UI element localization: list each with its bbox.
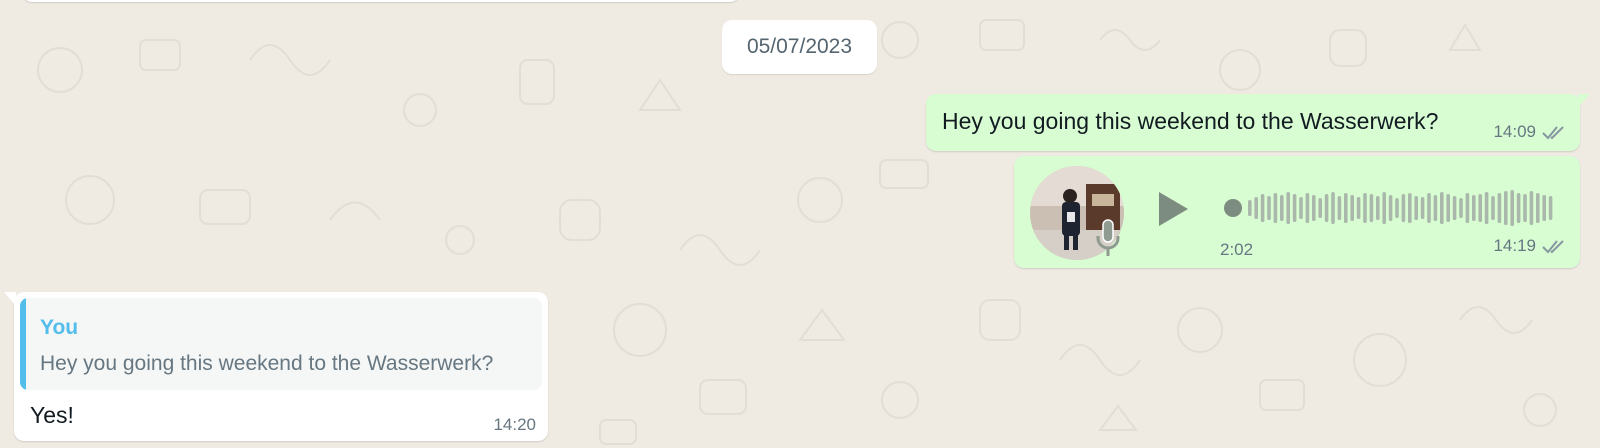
waveform-bar [1267,196,1271,220]
waveform-bar [1344,193,1348,223]
microphone-icon [1096,219,1120,256]
waveform-bar [1299,197,1303,219]
outgoing-voice-message[interactable]: 2:02 14:19 [1014,156,1580,268]
waveform-bar [1388,195,1393,221]
waveform-bar [1516,193,1521,223]
waveform-bar [1446,194,1450,222]
waveform-bar [1331,192,1335,224]
waveform-bar [1510,190,1514,226]
waveform-bar [1414,196,1418,220]
waveform-bar [1433,195,1438,221]
waveform-bar [1305,193,1310,223]
waveform-bar [1465,193,1470,223]
play-icon[interactable] [1155,189,1191,229]
waveform-bar [1420,197,1425,219]
voice-duration: 2:02 [1220,240,1254,259]
waveform-bar [1337,196,1342,220]
double-check-icon [1542,126,1564,140]
date-separator: 05/07/2023 [722,20,877,74]
quote-accent-bar [20,298,26,390]
message-meta: 14:19 [1493,236,1568,256]
waveform-bar [1504,191,1508,225]
waveform-bar [1472,195,1476,221]
waveform-bar [1440,192,1444,224]
waveform-bar [1350,195,1354,221]
message-time: 14:20 [493,415,536,434]
double-check-icon [1542,240,1564,254]
waveform-bar [1382,192,1386,224]
waveform-bar [1395,198,1399,218]
message-time: 14:09 [1493,122,1536,141]
quoted-author: You [40,316,79,339]
waveform-bar [1408,193,1412,223]
message-meta: 14:09 [1493,122,1568,142]
waveform-bar [1286,192,1290,224]
waveform-bar [1248,200,1252,216]
waveform-bar [1356,197,1361,219]
waveform-bar [1523,194,1527,222]
waveform-bar [1376,196,1380,220]
waveform-bar [1324,194,1329,222]
waveform-bar [1318,198,1322,218]
waveform-bar [1484,192,1489,224]
previous-message-bubble [22,0,740,2]
waveform-bar [1280,195,1284,221]
message-text: Yes! [30,402,74,428]
bubble-tail [1578,94,1590,108]
message-time: 14:19 [1493,236,1536,255]
waveform-bar [1260,194,1265,222]
waveform-bar [1452,196,1457,220]
outgoing-text-message[interactable]: Hey you going this weekend to the Wasser… [926,94,1590,151]
waveform-bar [1536,193,1540,223]
message-meta: 14:20 [493,415,536,435]
waveform-bar [1369,194,1374,222]
waveform-bar [1273,193,1278,223]
waveform-bar [1497,193,1502,223]
waveform-bar [1459,198,1463,218]
date-separator-label: 05/07/2023 [746,35,853,58]
waveform-bar [1529,191,1534,225]
quoted-message[interactable]: You Hey you going this weekend to the Wa… [20,298,542,390]
waveform-bar [1548,196,1553,220]
waveform-bar [1542,195,1546,221]
quoted-text: Hey you going this weekend to the Wasser… [40,352,494,375]
incoming-reply-message[interactable]: You Hey you going this weekend to the Wa… [4,292,548,441]
waveform-bar [1478,194,1482,222]
waveform-bar [1363,193,1367,223]
bubble-tail [4,292,16,306]
waveform-bar [1292,194,1297,222]
waveform-bar [1427,193,1431,223]
voice-waveform[interactable] [1224,186,1564,230]
message-text: Hey you going this weekend to the Wasser… [942,108,1439,134]
waveform-bar [1254,197,1258,219]
waveform-bar [1491,196,1495,220]
waveform-bar [1312,195,1316,221]
playback-handle [1224,199,1242,217]
waveform-bar [1401,194,1406,222]
